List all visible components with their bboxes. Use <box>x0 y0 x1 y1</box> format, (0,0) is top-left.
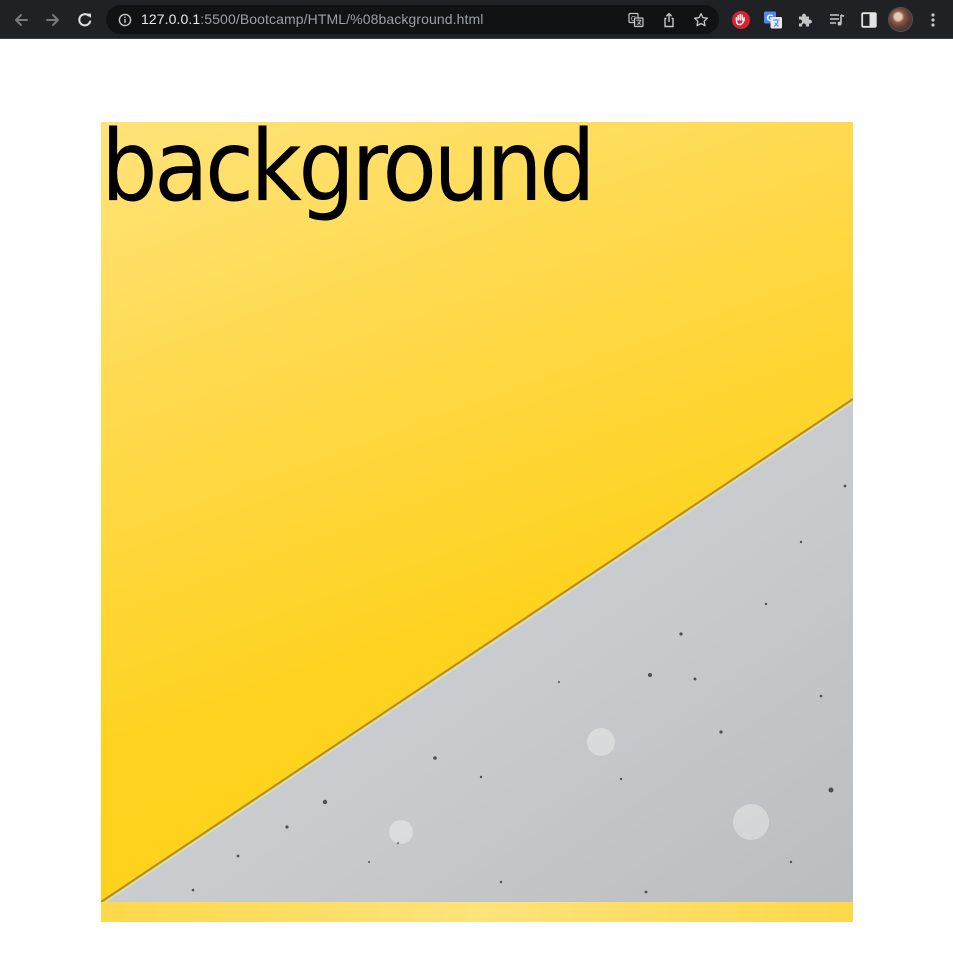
back-button[interactable] <box>9 8 33 32</box>
kebab-menu-icon[interactable] <box>922 9 944 31</box>
arrow-right-icon <box>46 14 59 26</box>
background-image-box: background <box>101 122 853 922</box>
side-panel-icon[interactable] <box>858 9 880 31</box>
browser-toolbar: 127.0.0.1:5500/Bootcamp/HTML/%08backgrou… <box>0 0 953 39</box>
share-icon[interactable] <box>660 11 678 29</box>
page-heading: background <box>101 122 596 224</box>
avatar[interactable] <box>889 8 912 31</box>
puzzle-icon[interactable] <box>794 9 816 31</box>
reload-button[interactable] <box>73 8 97 32</box>
hand-stop-icon[interactable] <box>730 9 752 31</box>
background-image <box>101 398 853 922</box>
url-path: :5500/Bootcamp/HTML/%08background.html <box>200 11 484 27</box>
arrow-left-icon <box>15 14 28 26</box>
url-host: 127.0.0.1 <box>141 11 201 27</box>
address-bar[interactable]: 127.0.0.1:5500/Bootcamp/HTML/%08backgrou… <box>106 5 719 34</box>
background-repeat-strip <box>101 902 853 922</box>
media-queue-icon[interactable] <box>826 9 848 31</box>
url-text: 127.0.0.1:5500/Bootcamp/HTML/%08backgrou… <box>141 5 483 34</box>
star-icon[interactable] <box>692 11 710 29</box>
google-translate-icon[interactable]: G <box>762 9 784 31</box>
reload-icon <box>78 13 92 27</box>
page-viewport: background <box>0 39 953 955</box>
forward-button[interactable] <box>41 8 65 32</box>
translate-icon[interactable]: G <box>627 11 645 29</box>
info-icon[interactable] <box>116 11 134 29</box>
